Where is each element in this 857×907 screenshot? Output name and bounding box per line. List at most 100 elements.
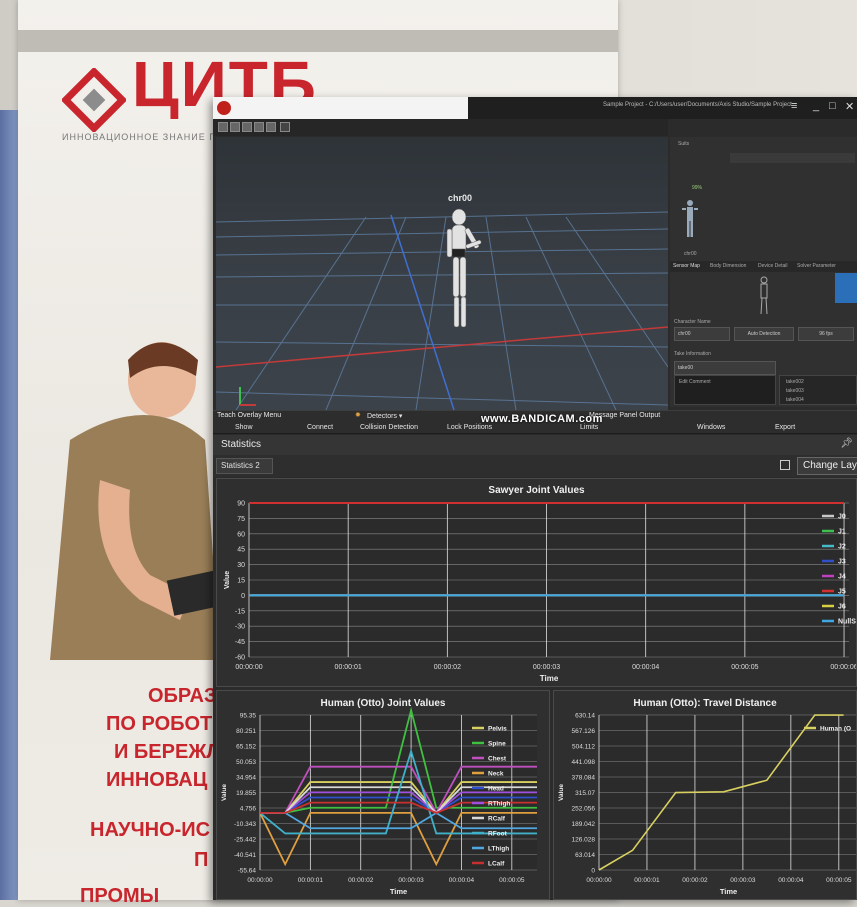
bandicam-watermark: www.BANDICAM.com: [481, 413, 603, 425]
menu-collision-detection[interactable]: Collision Detection: [360, 424, 418, 431]
legend-label: LCalf: [488, 861, 505, 868]
y-axis-label: Value: [221, 784, 228, 801]
character-name-input[interactable]: chr00: [674, 327, 730, 341]
x-tick-label: 00:00:03: [398, 877, 424, 884]
camera-icon[interactable]: [280, 122, 290, 132]
y-tick-label: 252.056: [572, 806, 596, 813]
edit-comment-label: Edit Comment: [679, 379, 711, 385]
legend-label: J3: [838, 559, 846, 566]
y-axis-label: Value: [558, 784, 565, 801]
take-list[interactable]: take002 take003 take004: [779, 375, 857, 405]
suits-panel: Suits 99% chr00 Sensor Map Body Dimensio…: [670, 137, 857, 407]
subtab-device-detail[interactable]: Device Detail: [758, 263, 787, 269]
x-tick-label: 00:00:00: [247, 877, 273, 884]
menu-export[interactable]: Export: [775, 424, 795, 431]
legend-label: Neck: [488, 771, 504, 778]
y-tick-label: -10.343: [234, 821, 256, 828]
layout-single-icon[interactable]: [218, 122, 228, 132]
sensor-map-figure-icon: [760, 276, 768, 315]
subtab-sensor-map[interactable]: Sensor Map: [673, 263, 700, 269]
suits-tab[interactable]: Suits: [678, 141, 689, 147]
x-tick-label: 00:00:01: [298, 877, 324, 884]
layout-triple-icon[interactable]: [242, 122, 252, 132]
record-icon[interactable]: [217, 101, 231, 115]
character-name-label: Character Name: [674, 319, 711, 325]
detectors-menu[interactable]: Detectors ▾: [367, 412, 402, 420]
otto-travel-chart: 630.14 567.126 504.112 441.098 378.084 315.07…: [558, 713, 856, 896]
menu-connect[interactable]: Connect: [307, 424, 333, 431]
slogan-line-2: ПО РОБОТ: [106, 713, 213, 735]
take-name-input[interactable]: take00: [674, 361, 776, 375]
subtab-body-dimension[interactable]: Body Dimension: [710, 263, 746, 269]
y-tick-label: 95.35: [240, 713, 257, 720]
y-tick-label: -55.64: [238, 868, 257, 875]
statistics-title: Statistics: [221, 439, 262, 450]
legend-label: RThigh: [488, 801, 510, 808]
take-item-3[interactable]: take004: [786, 397, 804, 403]
fps-select[interactable]: 96 fps: [798, 327, 854, 341]
maximize-button[interactable]: □: [829, 100, 836, 112]
y-tick-label: 60: [237, 531, 245, 538]
layout-icon[interactable]: [780, 460, 790, 470]
x-tick-label: 00:00:05: [499, 877, 525, 884]
chart-title: Human (Otto) Joint Values: [320, 698, 446, 709]
y-axis-label: Value: [224, 571, 231, 589]
y-tick-label: 75: [237, 516, 245, 523]
slogan-line-7: ПРОМЫ: [80, 885, 160, 907]
y-tick-label: 34.954: [236, 775, 256, 782]
minimize-button[interactable]: _: [813, 100, 819, 112]
legend-label: RCalf: [488, 816, 506, 823]
statistics-header: Statistics 📌︎: [213, 435, 857, 455]
y-tick-label: 126.028: [572, 837, 596, 844]
legend-label: J5: [838, 589, 846, 596]
teach-overlay-menu[interactable]: Teach Overlay Menu: [217, 412, 281, 419]
layout-double-icon[interactable]: [230, 122, 240, 132]
statistics-select[interactable]: Statistics 2: [216, 458, 273, 474]
y-tick-label: 65.152: [236, 744, 256, 751]
edit-comment-box[interactable]: Edit Comment: [674, 375, 776, 405]
subtab-solver-parameter[interactable]: Solver Parameter: [797, 263, 836, 269]
layout-grid-icon[interactable]: [266, 122, 276, 132]
legend-label: J6: [838, 604, 846, 611]
character-label: chr00: [448, 193, 473, 203]
close-button[interactable]: ✕: [845, 100, 854, 113]
x-tick-label: 00:00:02: [348, 877, 374, 884]
menu-lock-positions[interactable]: Lock Positions: [447, 424, 492, 431]
sawyer-chart-panel: Sawyer Joint Values 90 75 60 45 30 15 0 -15 -30 -…: [216, 478, 857, 687]
legend-label: J2: [838, 544, 846, 551]
y-tick-label: 90: [237, 501, 245, 508]
menu-limits[interactable]: Limits: [580, 424, 598, 431]
3d-viewport[interactable]: chr00: [216, 137, 668, 410]
x-tick-label: 00:00:01: [634, 877, 660, 884]
legend-label: Human (O: [820, 726, 851, 733]
gear-icon[interactable]: ✹: [355, 411, 361, 419]
change-layout-button[interactable]: Change Layout: [797, 457, 857, 475]
pin-icon[interactable]: 📌︎: [840, 438, 853, 449]
logo-mark-icon: [62, 68, 126, 132]
x-tick-label: 00:00:00: [235, 664, 262, 671]
take-item-1[interactable]: take002: [786, 379, 804, 385]
menu-icon[interactable]: ≡: [791, 100, 797, 112]
y-tick-label: -45: [235, 639, 245, 646]
legend-label: NullSp: [838, 619, 857, 626]
take-item-2[interactable]: take003: [786, 388, 804, 394]
side-toolbar: [730, 153, 855, 163]
menu-show[interactable]: Show: [235, 424, 253, 431]
suit-name: chr00: [684, 251, 697, 257]
y-tick-label: 45: [237, 547, 245, 554]
y-tick-label: 50.053: [236, 759, 256, 766]
otto-joint-chart-panel: Human (Otto) Joint Values 95.35 80.251 65.…: [216, 690, 550, 900]
slogan-line-5: НАУЧНО-ИС: [90, 819, 211, 841]
y-tick-label: 378.084: [572, 775, 596, 782]
legend-label: Head: [488, 786, 504, 793]
x-axis-label: Time: [390, 887, 407, 896]
person-photo: [50, 342, 224, 660]
subtab-bar: Sensor Map Body Dimension Device Detail …: [670, 261, 857, 272]
app-window: Sample Project - C:/Users/user/Documents…: [213, 97, 857, 900]
suit-figure-icon: [682, 200, 698, 237]
character-model: [446, 208, 482, 328]
auto-detection-button[interactable]: Auto Detection: [734, 327, 794, 341]
menu-windows[interactable]: Windows: [697, 424, 725, 431]
side-blue-button[interactable]: [835, 273, 857, 303]
layout-quad-icon[interactable]: [254, 122, 264, 132]
